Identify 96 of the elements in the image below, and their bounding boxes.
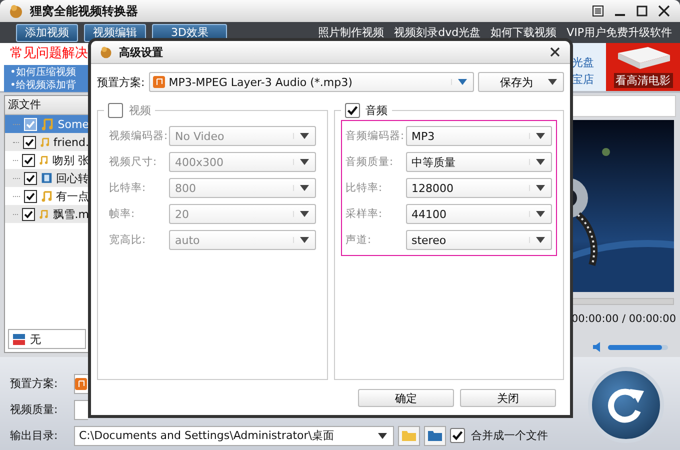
app-logo-icon: [8, 3, 24, 19]
field-label: 输出目录:: [10, 428, 59, 443]
app-logo-icon: [99, 45, 113, 59]
promo-link[interactable]: 光盘: [572, 55, 594, 70]
subtitle-icon: [12, 332, 26, 346]
music-file-icon: [152, 76, 165, 88]
field-label: 预置方案:: [10, 376, 59, 391]
caret-icon: [529, 211, 545, 217]
checkbox[interactable]: [22, 154, 36, 166]
folder-icon: [401, 429, 417, 442]
file-name: 吻别 张: [52, 152, 89, 168]
close-icon[interactable]: [658, 5, 670, 17]
caret-icon: [292, 237, 308, 243]
promo-link[interactable]: •给视频添加背: [10, 79, 92, 92]
file-row[interactable]: 吻别 张: [5, 151, 89, 169]
file-name: 回心转: [56, 170, 89, 186]
dropdown[interactable]: 44100: [406, 204, 552, 224]
checkbox-label: 合并成一个文件: [471, 428, 548, 443]
field-label: 视频尺寸:: [109, 155, 158, 169]
checkbox[interactable]: [450, 428, 465, 443]
dialog-title: 高级设置: [119, 44, 163, 60]
column-header: 源文件: [5, 96, 89, 115]
folder-icon: [427, 429, 443, 442]
folder-button[interactable]: [424, 426, 446, 446]
field-label: 视频编码器:: [109, 129, 167, 143]
time-display: 00:00:00 / 00:00:00: [570, 313, 676, 325]
toolbar-button[interactable]: 添加视频: [16, 24, 78, 42]
caret-icon: [529, 237, 545, 243]
field-label: 比特率:: [346, 181, 384, 195]
caret-icon: [292, 159, 308, 165]
file-name: Some: [58, 118, 89, 130]
music-note-icon: [40, 135, 50, 149]
save-as-button[interactable]: 保存为: [478, 72, 564, 92]
field-label: 音频编码器:: [346, 129, 404, 143]
file-row[interactable]: Some: [5, 115, 89, 133]
checkbox[interactable]: [22, 136, 36, 148]
banner-text: 看高清电影: [614, 73, 672, 88]
maximize-icon[interactable]: [636, 5, 648, 17]
subtitle-dropdown[interactable]: 无: [8, 329, 86, 349]
promo-link[interactable]: •如何压缩视频: [10, 66, 92, 79]
caret-icon: [292, 211, 308, 217]
dropdown[interactable]: [74, 374, 88, 394]
preset-dropdown[interactable]: MP3-MPEG Layer-3 Audio (*.mp3): [148, 72, 474, 92]
toolbar-link[interactable]: VIP用户免费升级软件: [566, 25, 672, 40]
dropdown[interactable]: 中等质量: [406, 152, 552, 172]
file-row[interactable]: 有一点: [5, 187, 89, 205]
film-icon: [40, 171, 52, 185]
caret-icon: [292, 185, 308, 191]
toolbar-link[interactable]: 视频刻录dvd光盘: [394, 25, 481, 40]
checkbox[interactable]: [24, 172, 37, 184]
checkbox[interactable]: [344, 102, 360, 118]
caret-icon: [529, 185, 545, 191]
promo-heading: 常见问题解决: [9, 45, 89, 63]
checkbox[interactable]: [22, 208, 36, 220]
close-icon[interactable]: [550, 47, 560, 57]
ad-banner[interactable]: 看高清电影: [606, 43, 680, 91]
music-note-icon: [40, 189, 52, 203]
file-name: friend.: [53, 136, 89, 148]
group-label: 音频: [366, 102, 388, 118]
file-row[interactable]: friend.: [5, 133, 89, 151]
caret-icon: [529, 159, 545, 165]
dropdown[interactable]: MP3: [406, 126, 552, 146]
caret-icon: [378, 432, 387, 438]
file-row[interactable]: 回心转: [5, 169, 89, 187]
output-path-field[interactable]: C:\Documents and Settings\Administrator\桌面: [74, 426, 394, 446]
field-label: 宽高比:: [109, 233, 147, 247]
checkbox[interactable]: [108, 102, 123, 118]
field-label: 采样率:: [346, 207, 384, 221]
field-label: 比特率:: [109, 181, 147, 195]
music-note-icon: [39, 153, 48, 167]
field-label: 视频质量:: [10, 402, 59, 417]
checkbox[interactable]: [24, 190, 37, 202]
group-label: 视频: [129, 102, 151, 118]
file-name: 有一点: [56, 188, 89, 204]
dropdown[interactable]: stereo: [406, 230, 552, 250]
field-label: 声道:: [346, 233, 372, 247]
menu-icon[interactable]: [592, 5, 604, 17]
close-button[interactable]: 关闭: [460, 389, 556, 407]
file-name: 飘雪.m: [52, 206, 89, 222]
field-label: 预置方案:: [97, 74, 145, 90]
caret-icon: [529, 133, 545, 139]
ok-button[interactable]: 确定: [358, 389, 454, 407]
promo-link[interactable]: 宝店: [572, 72, 594, 87]
dropdown[interactable]: 128000: [406, 178, 552, 198]
window-title: 狸窝全能视频转换器: [30, 2, 138, 20]
volume-slider[interactable]: [608, 344, 668, 350]
field-label: 帧率:: [109, 207, 136, 221]
caret-icon: [292, 133, 308, 139]
caret-icon: [451, 79, 467, 85]
toolbar-link[interactable]: 照片制作视频: [318, 25, 384, 40]
music-note-icon: [41, 117, 54, 131]
file-row[interactable]: 飘雪.m: [5, 205, 89, 223]
caret-icon: [548, 79, 557, 85]
toolbar-link[interactable]: 如何下载视频: [490, 25, 557, 40]
field-label: 音频质量:: [346, 155, 394, 169]
music-note-icon: [39, 207, 49, 221]
